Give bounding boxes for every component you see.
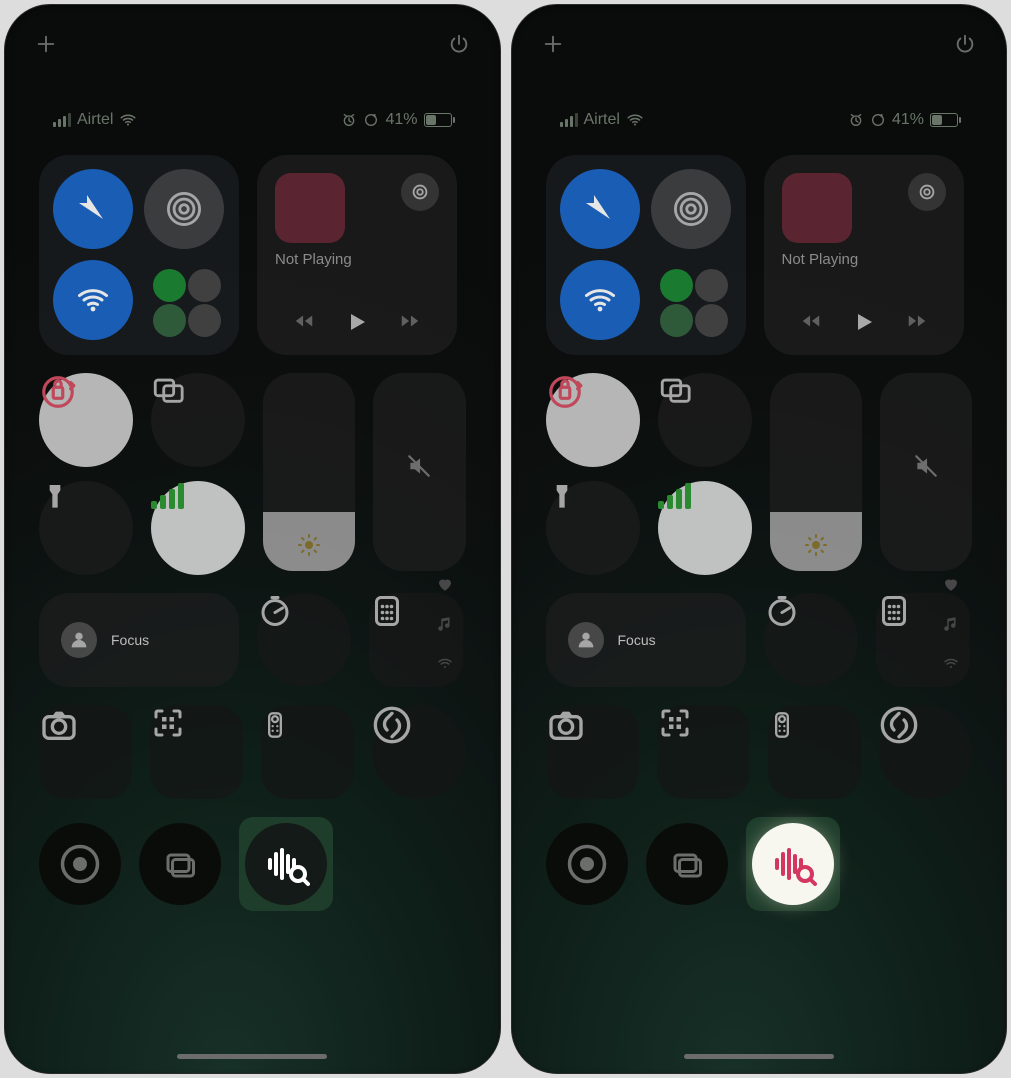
album-art: [275, 173, 345, 243]
power-icon[interactable]: [954, 33, 976, 55]
heart-dot-icon: [942, 575, 960, 593]
music-dot-icon: [942, 615, 960, 633]
screen-mirror-toggle[interactable]: [658, 373, 752, 467]
battery-pct-label: 41%: [385, 111, 417, 129]
airplane-mode-toggle[interactable]: [53, 169, 133, 249]
home-indicator[interactable]: [177, 1054, 327, 1059]
cellular-toggle[interactable]: [658, 481, 752, 575]
stage-manager-button[interactable]: [646, 823, 728, 905]
mute-icon: [373, 453, 465, 479]
alarm-status-icon: [341, 112, 357, 128]
camera-button[interactable]: [39, 705, 132, 799]
connectivity-module[interactable]: [546, 155, 746, 355]
wifi-toggle[interactable]: [560, 260, 640, 340]
now-playing-module[interactable]: Not Playing: [764, 155, 964, 355]
wifi-status-icon: [626, 111, 644, 129]
mute-icon: [880, 453, 972, 479]
play-icon[interactable]: [852, 310, 876, 337]
now-playing-label: Not Playing: [782, 251, 946, 268]
music-recognition-button[interactable]: [752, 823, 834, 905]
rewind-icon[interactable]: [293, 310, 315, 337]
battery-icon: [930, 113, 958, 127]
orientation-lock-toggle[interactable]: [39, 373, 133, 467]
carrier-label: Airtel: [77, 111, 113, 129]
qr-scanner-button[interactable]: [657, 705, 750, 799]
album-art: [782, 173, 852, 243]
wifi-status-icon: [119, 111, 137, 129]
phone-screenshot-right: Airtel 41%: [511, 4, 1008, 1074]
shazam-button[interactable]: [879, 705, 972, 799]
cellular-signal-icon: [560, 113, 578, 127]
music-dot-icon: [436, 615, 454, 633]
focus-toggle[interactable]: Focus: [546, 593, 746, 687]
carrier-label: Airtel: [584, 111, 620, 129]
connectivity-submodule[interactable]: [147, 263, 227, 343]
alarm-status-icon: [848, 112, 864, 128]
wifi-toggle[interactable]: [53, 260, 133, 340]
camera-button[interactable]: [546, 705, 639, 799]
brightness-slider[interactable]: [263, 373, 355, 571]
volume-slider[interactable]: [373, 373, 465, 571]
screen-record-button[interactable]: [546, 823, 628, 905]
now-playing-module[interactable]: Not Playing: [257, 155, 457, 355]
focus-label: Focus: [618, 632, 656, 648]
antenna-dot-icon: [436, 655, 454, 673]
scroll-pager: [436, 575, 454, 673]
orientation-lock-toggle[interactable]: [546, 373, 640, 467]
status-bar: Airtel 41%: [512, 111, 1007, 129]
heart-dot-icon: [436, 575, 454, 593]
power-icon[interactable]: [448, 33, 470, 55]
scroll-pager: [942, 575, 960, 673]
cellular-signal-icon: [53, 113, 71, 127]
focus-label: Focus: [111, 632, 149, 648]
screen-mirror-toggle[interactable]: [151, 373, 245, 467]
music-recognition-highlight: [746, 817, 840, 911]
airplay-icon[interactable]: [908, 173, 946, 211]
airplane-mode-toggle[interactable]: [560, 169, 640, 249]
phone-screenshot-left: Airtel 41%: [4, 4, 501, 1074]
cellular-toggle[interactable]: [151, 481, 245, 575]
screen-record-button[interactable]: [39, 823, 121, 905]
timer-toggle[interactable]: [257, 593, 351, 687]
music-recognition-highlight: [239, 817, 333, 911]
timer-toggle[interactable]: [764, 593, 858, 687]
brightness-icon: [263, 533, 355, 557]
connectivity-submodule[interactable]: [654, 263, 734, 343]
flashlight-toggle[interactable]: [546, 481, 640, 575]
orientation-status-icon: [363, 112, 379, 128]
status-bar: Airtel 41%: [5, 111, 500, 129]
airplay-icon[interactable]: [401, 173, 439, 211]
tv-remote-button[interactable]: [261, 705, 354, 799]
play-icon[interactable]: [345, 310, 369, 337]
flashlight-toggle[interactable]: [39, 481, 133, 575]
cellular-bars-icon: [151, 481, 245, 509]
now-playing-label: Not Playing: [275, 251, 439, 268]
volume-slider[interactable]: [880, 373, 972, 571]
brightness-icon: [770, 533, 862, 557]
cellular-bars-icon: [658, 481, 752, 509]
airdrop-toggle[interactable]: [144, 169, 224, 249]
antenna-dot-icon: [942, 655, 960, 673]
person-icon: [568, 622, 604, 658]
qr-scanner-button[interactable]: [150, 705, 243, 799]
shazam-button[interactable]: [372, 705, 465, 799]
airdrop-toggle[interactable]: [651, 169, 731, 249]
orientation-status-icon: [870, 112, 886, 128]
connectivity-module[interactable]: [39, 155, 239, 355]
focus-toggle[interactable]: Focus: [39, 593, 239, 687]
add-icon[interactable]: [542, 33, 564, 55]
rewind-icon[interactable]: [800, 310, 822, 337]
battery-icon: [424, 113, 452, 127]
forward-icon[interactable]: [906, 310, 928, 337]
brightness-slider[interactable]: [770, 373, 862, 571]
person-icon: [61, 622, 97, 658]
add-icon[interactable]: [35, 33, 57, 55]
music-recognition-button[interactable]: [245, 823, 327, 905]
forward-icon[interactable]: [399, 310, 421, 337]
home-indicator[interactable]: [684, 1054, 834, 1059]
stage-manager-button[interactable]: [139, 823, 221, 905]
tv-remote-button[interactable]: [768, 705, 861, 799]
battery-pct-label: 41%: [892, 111, 924, 129]
